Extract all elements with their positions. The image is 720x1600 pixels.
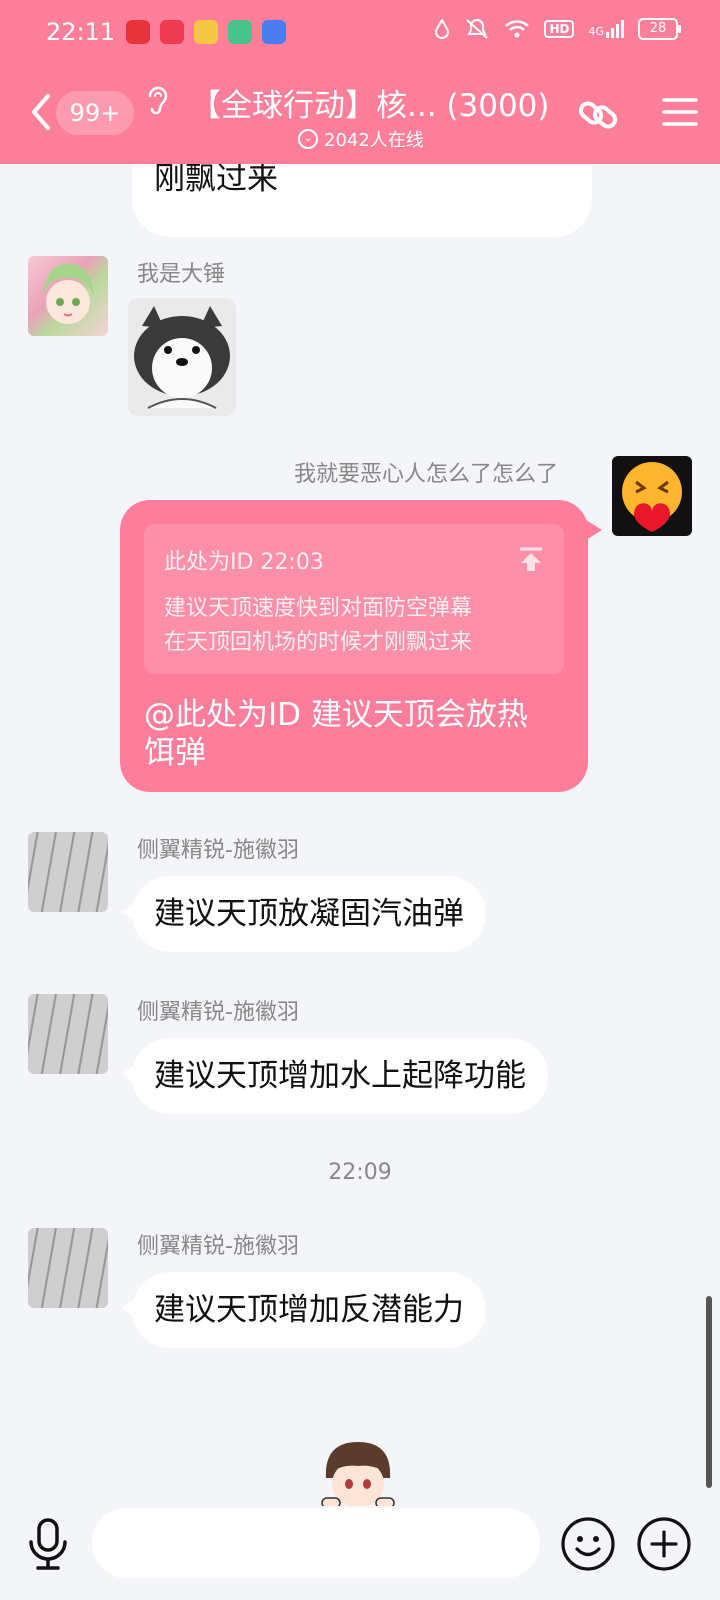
message-bubble[interactable]: 建议天顶增加反潜能力 [122,1272,486,1348]
netease-music-icon [126,20,150,44]
mic-icon[interactable] [24,1516,72,1572]
hugging-emoji-avatar [622,462,682,532]
unread-count-badge[interactable]: 99+ [56,91,134,135]
water-drop-icon [435,19,450,39]
message-text: @此处为ID 建议天顶会放热 [144,697,528,733]
online-count: 2042人在线 [324,130,424,151]
scroll-to-quote-icon[interactable] [518,546,544,572]
quote-line: 在天顶回机场的时候才刚飘过来 [164,630,473,655]
back-chevron-icon[interactable] [26,90,56,134]
message-input[interactable] [92,1508,540,1578]
message-text: 刚飘过来 [154,161,278,197]
signal-icon: 4G [588,20,624,38]
message-text: 建议天顶放凝固汽油弹 [154,896,464,932]
message-bubble[interactable]: 建议天顶放凝固汽油弹 [122,876,486,952]
status-app-icons [126,20,286,44]
own-avatar[interactable] [612,456,692,536]
hamster-sticker [134,306,230,409]
menu-icon[interactable] [662,96,698,128]
avatar[interactable] [28,256,108,336]
status-time: 22:11 [46,18,116,46]
link-icon[interactable] [576,94,622,136]
avatar[interactable] [28,832,108,912]
weibo-icon [194,20,218,44]
time-divider: 22:09 [328,1160,392,1185]
video-app-icon [160,20,184,44]
chat-header: 22:11 HD 4G 28 99+ 【全球行动】核... (3000) ⌄ 2… [0,0,720,164]
sender-name: 侧翼精锐-施徽羽 [137,1234,299,1259]
status-indicators: HD 4G 28 [434,18,681,40]
quoted-message[interactable]: 此处为ID 22:03 建议天顶速度快到对面防空弹幕 在天顶回机场的时候才刚飘过… [144,524,564,674]
anime-girl-avatar-image [42,263,94,324]
network-type: 4G [588,25,604,38]
reader-app-icon [228,20,252,44]
avatar[interactable] [28,1228,108,1308]
online-status[interactable]: ⌄ 2042人在线 [298,126,424,152]
avatar[interactable] [28,994,108,1074]
group-title[interactable]: 【全球行动】核... (3000) [190,80,550,125]
hd-badge: HD [544,20,575,38]
ear-icon[interactable] [144,84,170,120]
chat-app-icon [262,20,286,44]
emoji-icon[interactable] [560,1516,616,1572]
sticker-image[interactable] [128,298,236,416]
own-message-bubble[interactable]: 此处为ID 22:03 建议天顶速度快到对面防空弹幕 在天顶回机场的时候才刚飘过… [120,500,602,792]
message-text: 饵弹 [144,735,206,771]
scrollbar[interactable] [706,1296,712,1488]
quote-line: 建议天顶速度快到对面防空弹幕 [164,596,473,621]
mascot-character[interactable] [320,1438,396,1508]
wifi-icon [505,20,530,38]
plus-icon[interactable] [636,1516,692,1572]
battery-icon: 28 [638,18,681,40]
sender-name: 侧翼精锐-施徽羽 [137,838,299,863]
input-bar [0,1506,720,1600]
mute-bell-icon [466,19,489,39]
message-text: 建议天顶增加反潜能力 [154,1292,464,1328]
message-text: 建议天顶增加水上起降功能 [154,1058,526,1094]
chevron-down-circle-icon: ⌄ [298,129,318,149]
quote-header: 此处为ID 22:03 [164,550,324,575]
sender-name: 侧翼精锐-施徽羽 [137,1000,299,1025]
own-sender-name: 我就要恶心人怎么了怎么了 [294,462,559,487]
message-bubble[interactable]: 建议天顶增加水上起降功能 [122,1038,548,1114]
sender-name: 我是大锤 [137,262,226,287]
